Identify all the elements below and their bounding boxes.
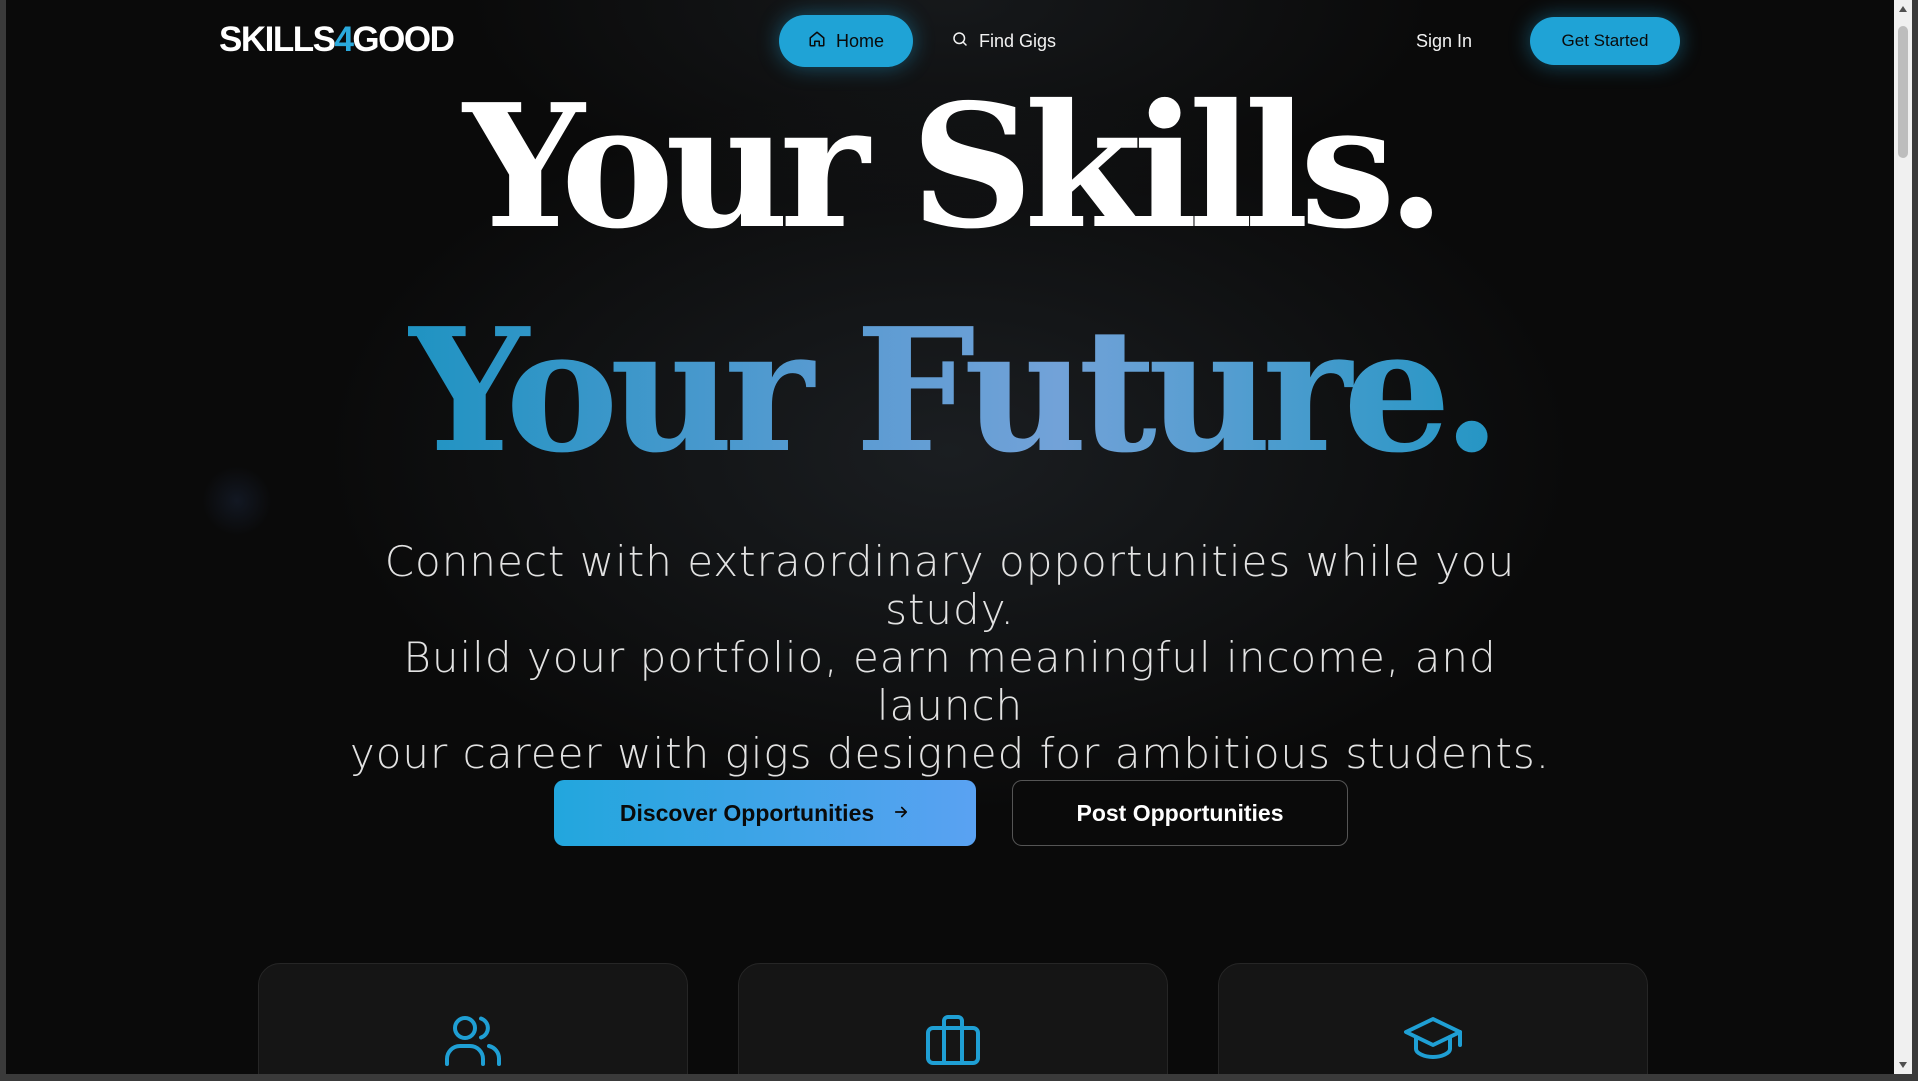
- search-icon: [951, 30, 969, 53]
- feature-card: [738, 963, 1168, 1074]
- nav-home-label: Home: [835, 30, 884, 51]
- nav-home-button[interactable]: Home: [779, 15, 913, 67]
- logo-suffix: GOOD: [352, 20, 454, 59]
- logo-accent: 4: [334, 20, 353, 59]
- scroll-down-arrow-icon[interactable]: [1894, 1056, 1912, 1074]
- arrow-right-icon: [892, 800, 910, 827]
- nav-find-gigs-link[interactable]: Find Gigs: [951, 15, 1056, 67]
- discover-opportunities-button[interactable]: Discover Opportunities: [554, 780, 976, 846]
- post-opportunities-button[interactable]: Post Opportunities: [1012, 780, 1348, 846]
- window-bottom-edge: [0, 1074, 1918, 1081]
- page-viewport: SKILLS4GOOD Home Find Gigs Sign In Get S…: [6, 0, 1894, 1074]
- feature-card: [258, 963, 688, 1074]
- logo-prefix: SKILLS: [219, 20, 336, 59]
- hero-subcopy: Connect with extraordinary opportunities…: [336, 538, 1564, 778]
- nav-find-gigs-label: Find Gigs: [979, 30, 1057, 51]
- users-icon: [444, 1014, 502, 1074]
- graduation-cap-icon: [1403, 1014, 1463, 1074]
- hero-subcopy-line: Connect with extraordinary opportunities…: [384, 537, 1516, 634]
- sign-in-link[interactable]: Sign In: [1416, 15, 1472, 67]
- hero-headline-gradient-text: Your Future.: [407, 291, 1502, 491]
- home-icon: [808, 30, 826, 53]
- hero-subcopy-line: Build your portfolio, earn meaningful in…: [403, 633, 1497, 730]
- scrollbar-thumb[interactable]: [1898, 26, 1908, 158]
- scroll-up-arrow-icon[interactable]: [1894, 0, 1912, 18]
- get-started-button[interactable]: Get Started: [1530, 17, 1680, 65]
- vertical-scrollbar[interactable]: [1894, 0, 1912, 1074]
- site-logo[interactable]: SKILLS4GOOD: [219, 18, 455, 62]
- discover-opportunities-label: Discover Opportunities: [619, 799, 875, 826]
- hero-headline-primary: Your Skills.: [463, 67, 1446, 267]
- feature-card: [1218, 963, 1648, 1074]
- hero-subcopy-line: your career with gigs designed for ambit…: [349, 729, 1551, 778]
- hero-headline-secondary: Your Future.: [6, 296, 1894, 486]
- briefcase-icon: [925, 1014, 981, 1074]
